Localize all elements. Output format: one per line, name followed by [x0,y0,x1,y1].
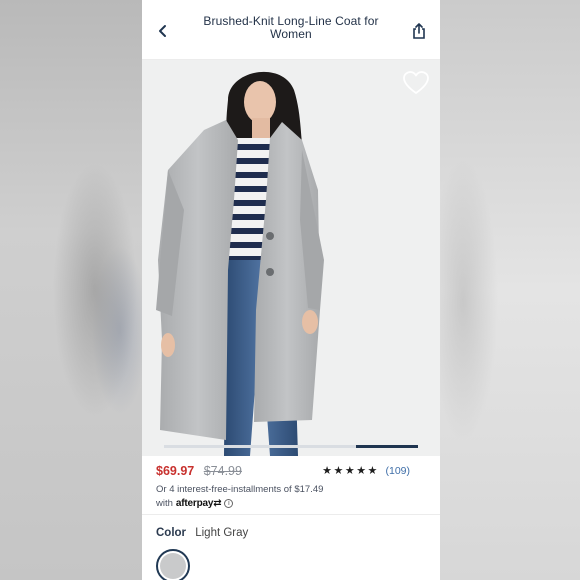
price-row: $69.97 $74.99 ★★★★★ (109) [156,464,426,480]
rating[interactable]: ★★★★★ (109) [322,464,410,477]
carousel-active-segment [356,445,418,448]
color-value: Light Gray [195,527,249,539]
page-title: Brushed-Knit Long-Line Coat for Women [203,14,379,41]
phone-screen: Brushed-Knit Long-Line Coat for Women $6… [142,0,440,580]
top-nav-bar: Brushed-Knit Long-Line Coat for Women [142,0,440,60]
image-carousel-indicator[interactable] [164,445,418,448]
info-icon[interactable]: i [224,499,234,508]
swatch-fill [160,553,186,579]
afterpay-symbol: ⇄ [213,498,222,509]
star-rating-icons: ★★★★★ [322,465,379,477]
with-label: with [156,498,173,509]
blurred-background-left [0,0,142,580]
share-button[interactable] [408,20,430,42]
sale-price: $69.97 [156,464,195,478]
afterpay-brand: afterpay [175,498,214,509]
afterpay-row: with afterpay⇄ i [156,498,234,509]
installments-text: Or 4 interest-free-installments of $17.4… [156,484,324,495]
favorite-button[interactable] [402,70,430,96]
product-photo [142,60,440,456]
blurred-background-right [438,0,580,580]
color-swatch-light-gray[interactable] [156,549,190,580]
color-row: Color Light Gray [156,527,248,539]
afterpay-logo: afterpay⇄ [176,498,222,509]
review-count-link[interactable]: (109) [385,465,410,477]
section-divider [142,514,440,515]
color-label: Color [156,527,187,539]
share-icon [413,23,425,39]
original-price: $74.99 [203,464,242,478]
product-image[interactable] [142,60,440,456]
heart-outline-icon [403,71,429,94]
back-button[interactable] [152,20,174,42]
chevron-left-icon [159,25,166,37]
